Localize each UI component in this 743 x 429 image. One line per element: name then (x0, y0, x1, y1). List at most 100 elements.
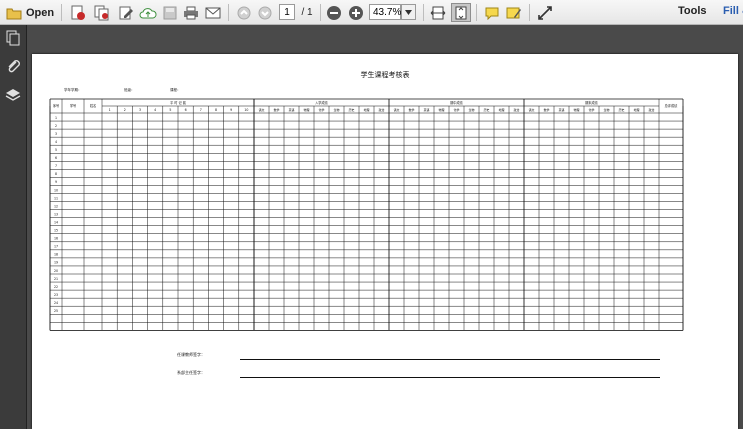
previous-page-button[interactable] (234, 3, 254, 22)
row-number: 20 (54, 269, 58, 273)
row-number: 23 (54, 293, 58, 297)
highlight-button[interactable] (504, 3, 524, 22)
header-total: 总评成绩 (665, 103, 679, 108)
header-daily-col: 9 (230, 108, 232, 112)
header-subject: 政治 (514, 107, 520, 112)
zoom-dropdown[interactable] (401, 4, 416, 20)
row-number: 21 (54, 277, 58, 281)
header-daily-col: 1 (109, 108, 111, 112)
zoom-level-input[interactable]: 43.7% (369, 4, 401, 20)
toolbar-divider (320, 4, 321, 21)
header-subject: 地理 (364, 107, 370, 112)
header-subject: 化学 (319, 107, 325, 112)
header-daily-col: 8 (215, 108, 217, 112)
fill-sign-button[interactable]: Fill & (723, 5, 743, 17)
open-button[interactable]: Open (5, 3, 55, 22)
header-daily-col: 3 (139, 108, 141, 112)
header-daily-group: 平 时 记 载 (170, 100, 187, 105)
zoom-out-button[interactable] (324, 3, 344, 22)
header-subject: 英语 (289, 107, 295, 112)
row-number: 12 (54, 204, 58, 208)
folder-icon (6, 8, 22, 19)
header-score-group: 入学成绩 (315, 100, 329, 105)
row-number: 19 (54, 261, 58, 265)
header-subject: 历史 (349, 107, 355, 112)
comment-button[interactable] (482, 3, 502, 22)
assessment-table: 序号 学号 姓名平 时 记 载1 2 3 4 5 6 7 8 9 10入学成绩语文 数学 英语 物理 化学 生物… (49, 98, 684, 331)
header-subject: 地理 (634, 107, 640, 112)
row-number: 13 (54, 212, 58, 216)
header-daily-col: 4 (154, 108, 156, 112)
row-number: 2 (55, 124, 57, 128)
attachments-paperclip-icon[interactable] (5, 58, 21, 74)
header-subject: 地理 (499, 107, 505, 112)
toolbar-divider (228, 4, 229, 21)
tools-button[interactable]: Tools (678, 5, 707, 17)
header-daily-col: 5 (169, 108, 171, 112)
toolbar-divider (529, 4, 530, 21)
header-subject: 历史 (619, 107, 625, 112)
row-number: 16 (54, 237, 58, 241)
toolbar-divider (423, 4, 424, 21)
director-signature-label: 系部主任签字： (177, 370, 205, 375)
header-daily-col: 7 (200, 108, 202, 112)
header-subject: 英语 (559, 107, 565, 112)
document-viewer[interactable]: 学生课程考核表 学年学期： 班级： 课程： 序号 学号 姓名平 时 记 载12345… (27, 25, 743, 429)
edit-pencil-icon (119, 6, 133, 19)
row-number: 14 (54, 220, 58, 224)
combine-icon (94, 5, 109, 20)
header-student-id: 学号 (70, 103, 76, 108)
chevron-down-icon (405, 9, 412, 15)
row-number: 4 (55, 140, 57, 144)
teacher-signature-label: 任课教师签字： (177, 352, 205, 357)
full-screen-button[interactable] (535, 3, 555, 22)
header-subject: 生物 (469, 107, 475, 112)
fit-page-button[interactable] (451, 3, 471, 22)
row-number: 6 (55, 156, 57, 160)
row-number: 9 (55, 180, 57, 184)
row-number: 7 (55, 164, 57, 168)
page-number-input[interactable]: 1 (279, 4, 295, 20)
header-daily-col: 2 (124, 108, 126, 112)
director-signature-line (240, 377, 660, 378)
email-button[interactable] (203, 3, 223, 22)
open-label: Open (25, 6, 55, 19)
arrow-up-icon (237, 6, 251, 19)
highlighter-icon (506, 7, 521, 18)
layers-icon[interactable] (5, 87, 21, 103)
next-page-button[interactable] (255, 3, 275, 22)
cloud-upload-button[interactable] (138, 3, 158, 22)
zoom-in-button[interactable] (346, 3, 366, 22)
toolbar-divider (476, 4, 477, 21)
fit-width-button[interactable] (428, 3, 448, 22)
page-thumbnails-icon[interactable] (5, 30, 21, 46)
header-name: 姓名 (90, 103, 96, 108)
print-button[interactable] (181, 3, 201, 22)
header-subject: 英语 (424, 107, 430, 112)
row-number: 11 (54, 196, 58, 200)
email-envelope-icon (205, 7, 221, 18)
fit-page-icon (455, 6, 467, 19)
minus-circle-icon (327, 5, 341, 20)
combine-files-button[interactable] (92, 3, 112, 22)
edit-button[interactable] (116, 3, 136, 22)
create-pdf-icon (71, 5, 85, 20)
printer-icon (184, 6, 198, 19)
row-number: 18 (54, 253, 58, 257)
toolbar: Open 1 / 1 43.7% Tools Fill (0, 0, 743, 25)
header-subject: 数学 (274, 107, 280, 112)
row-number: 25 (54, 309, 58, 313)
save-disk-icon (163, 6, 177, 19)
header-subject: 语文 (529, 107, 535, 112)
header-score-group: 期中成绩 (450, 100, 464, 105)
create-pdf-button[interactable] (68, 3, 88, 22)
header-subject: 语文 (394, 107, 400, 112)
row-number: 10 (54, 188, 58, 192)
row-number: 24 (54, 301, 58, 305)
row-number: 3 (55, 132, 57, 136)
header-subject: 生物 (334, 107, 340, 112)
save-button[interactable] (160, 3, 180, 22)
teacher-signature-line (240, 359, 660, 360)
row-number: 8 (55, 172, 57, 176)
header-subject: 政治 (379, 107, 385, 112)
